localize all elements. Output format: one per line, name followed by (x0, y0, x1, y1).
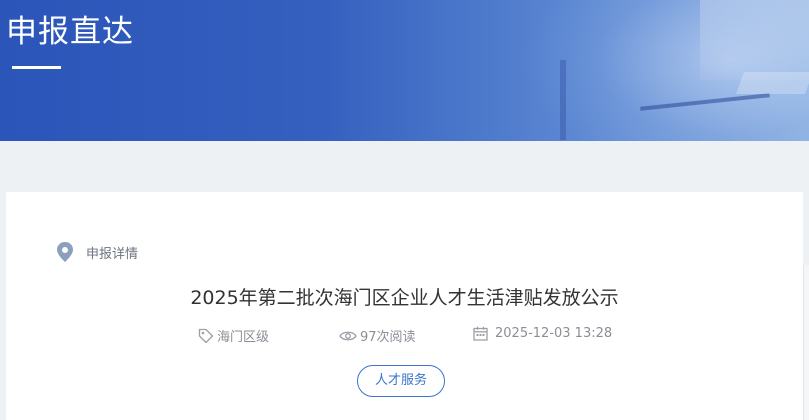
meta-date: 2025-12-03 13:28 (473, 326, 612, 341)
page-title: 申报直达 (6, 14, 134, 50)
calendar-icon (473, 326, 488, 341)
title-underline (12, 66, 61, 69)
meta-region: 海门区级 (198, 326, 269, 345)
category-tag-button[interactable]: 人才服务 (357, 365, 445, 397)
page: 申报直达 申报详情 2025年第二批次海门区企业人才生活津贴发放公示 海门区级 … (0, 0, 809, 420)
eye-icon (339, 331, 357, 340)
meta-views: 97次阅读 (339, 326, 416, 345)
tag-icon (198, 328, 214, 343)
breadcrumb: 申报详情 (56, 242, 138, 262)
banner-decoration (700, 0, 809, 80)
date-text: 2025-12-03 13:28 (495, 326, 613, 341)
region-text: 海门区级 (217, 330, 270, 345)
location-pin-icon (57, 242, 73, 262)
breadcrumb-label: 申报详情 (86, 246, 139, 262)
article-title: 2025年第二批次海门区企业人才生活津贴发放公示 (190, 287, 619, 309)
banner-decoration (560, 60, 566, 140)
banner-decoration (735, 72, 809, 94)
views-text: 97次阅读 (360, 330, 416, 345)
header-banner: 申报直达 (0, 0, 809, 141)
